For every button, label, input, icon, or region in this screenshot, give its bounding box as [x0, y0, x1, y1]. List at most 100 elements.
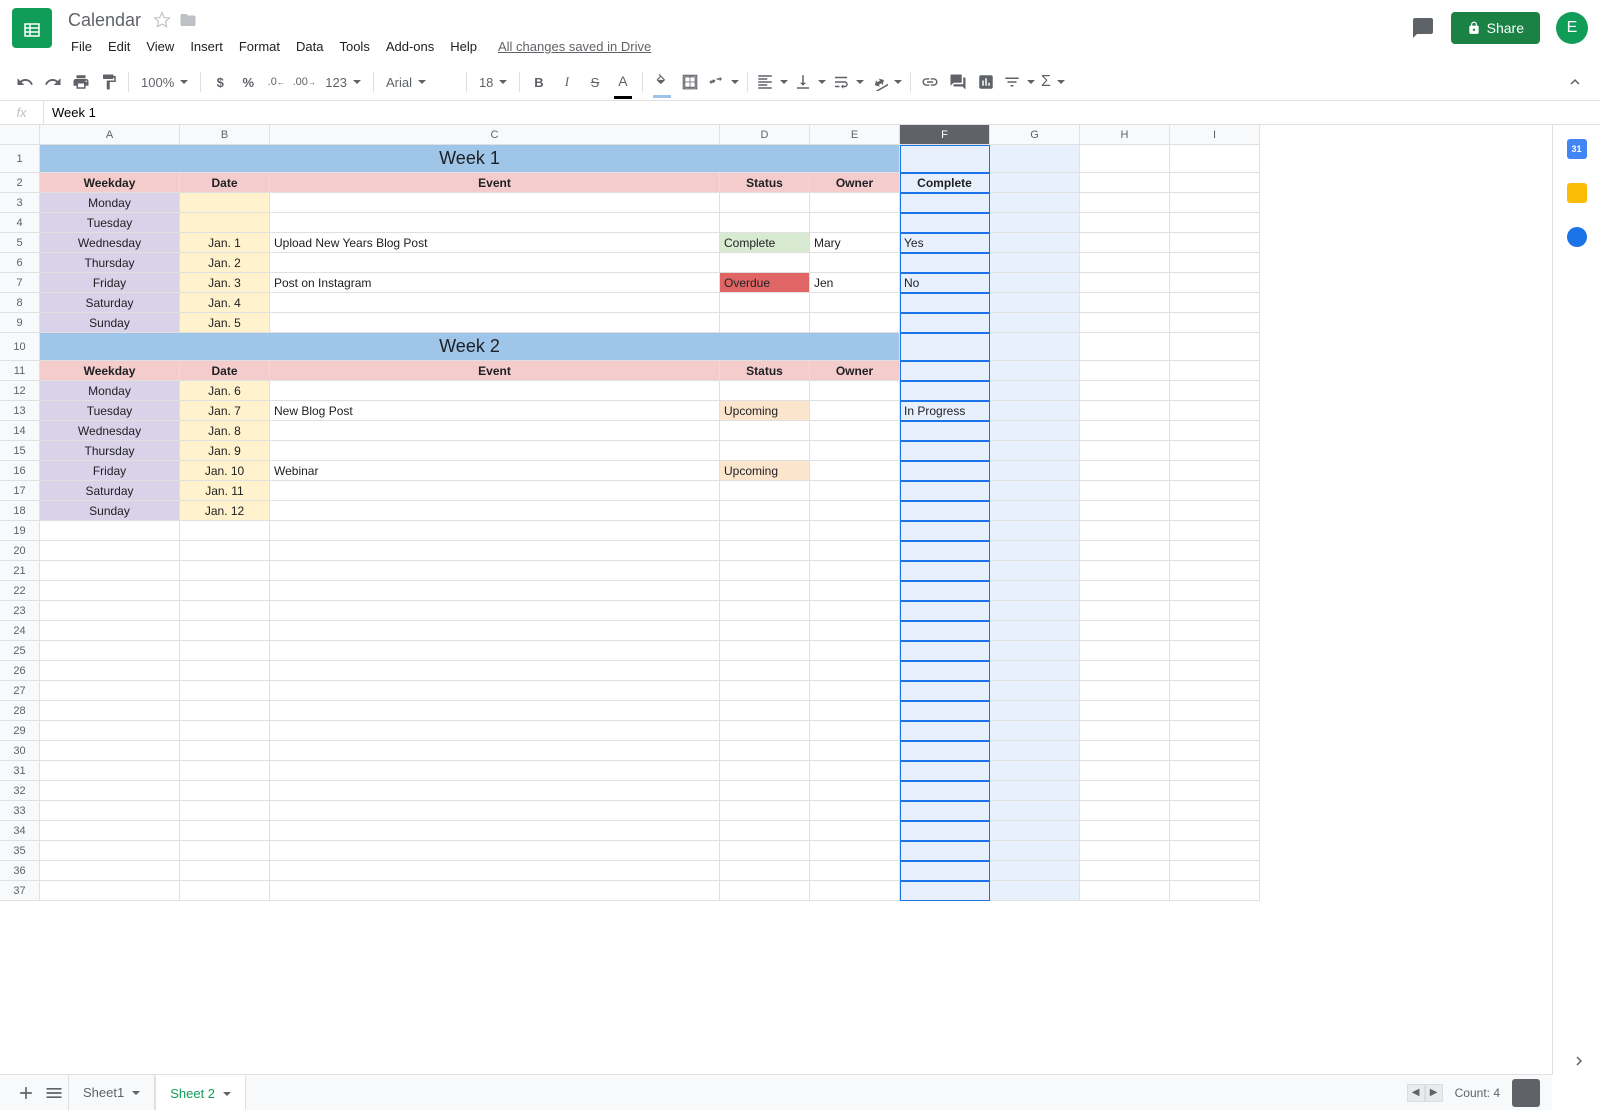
- h-align-button[interactable]: [754, 69, 790, 95]
- complete-cell[interactable]: [900, 193, 990, 213]
- cell[interactable]: [810, 541, 900, 561]
- cell[interactable]: [990, 781, 1080, 801]
- cell[interactable]: [900, 761, 990, 781]
- collapse-toolbar-button[interactable]: [1562, 69, 1588, 95]
- complete-cell[interactable]: [900, 313, 990, 333]
- cell[interactable]: [40, 601, 180, 621]
- cell[interactable]: [1170, 441, 1260, 461]
- cell[interactable]: [720, 561, 810, 581]
- cell[interactable]: [990, 461, 1080, 481]
- cell[interactable]: [270, 801, 720, 821]
- status-cell[interactable]: Upcoming: [720, 401, 810, 421]
- owner-cell[interactable]: [810, 401, 900, 421]
- cell[interactable]: [990, 861, 1080, 881]
- row-header-14[interactable]: 14: [0, 421, 40, 441]
- cell[interactable]: [1080, 621, 1170, 641]
- cell[interactable]: [270, 821, 720, 841]
- status-cell[interactable]: [720, 501, 810, 521]
- all-sheets-button[interactable]: [40, 1079, 68, 1107]
- cell[interactable]: [810, 801, 900, 821]
- cell[interactable]: [270, 681, 720, 701]
- status-cell[interactable]: [720, 481, 810, 501]
- week-title-0[interactable]: Week 1: [40, 145, 900, 173]
- cell[interactable]: [1080, 441, 1170, 461]
- cell[interactable]: [1170, 481, 1260, 501]
- cell[interactable]: [40, 801, 180, 821]
- select-all-corner[interactable]: [0, 125, 40, 145]
- owner-cell[interactable]: Jen: [810, 273, 900, 293]
- date-cell[interactable]: Jan. 3: [180, 273, 270, 293]
- cell[interactable]: [1170, 361, 1260, 381]
- cell[interactable]: [1080, 481, 1170, 501]
- date-cell[interactable]: Jan. 6: [180, 381, 270, 401]
- row-header-24[interactable]: 24: [0, 621, 40, 641]
- cell[interactable]: [720, 881, 810, 901]
- cell[interactable]: [1170, 601, 1260, 621]
- cell[interactable]: [1170, 401, 1260, 421]
- paint-format-button[interactable]: [96, 69, 122, 95]
- date-cell[interactable]: [180, 193, 270, 213]
- cell[interactable]: [270, 581, 720, 601]
- complete-cell[interactable]: [900, 461, 990, 481]
- row-header-30[interactable]: 30: [0, 741, 40, 761]
- owner-cell[interactable]: [810, 461, 900, 481]
- menu-tools[interactable]: Tools: [332, 37, 376, 56]
- cell[interactable]: [40, 661, 180, 681]
- cell[interactable]: [1170, 701, 1260, 721]
- cell[interactable]: [180, 621, 270, 641]
- weekday-cell[interactable]: Tuesday: [40, 401, 180, 421]
- cell[interactable]: [40, 781, 180, 801]
- cell[interactable]: [1170, 381, 1260, 401]
- cell[interactable]: [720, 761, 810, 781]
- cell[interactable]: [1170, 681, 1260, 701]
- cell[interactable]: [900, 581, 990, 601]
- cell[interactable]: [1080, 881, 1170, 901]
- cell[interactable]: [990, 621, 1080, 641]
- cell[interactable]: [40, 821, 180, 841]
- cell[interactable]: [180, 881, 270, 901]
- cell[interactable]: [900, 881, 990, 901]
- row-header-6[interactable]: 6: [0, 253, 40, 273]
- status-cell[interactable]: Overdue: [720, 273, 810, 293]
- date-cell[interactable]: [180, 213, 270, 233]
- row-header-18[interactable]: 18: [0, 501, 40, 521]
- cell[interactable]: [990, 233, 1080, 253]
- cell[interactable]: [810, 641, 900, 661]
- column-title[interactable]: Weekday: [40, 173, 180, 193]
- cell[interactable]: [1170, 333, 1260, 361]
- decrease-decimal-button[interactable]: .0←: [263, 69, 289, 95]
- side-panel-expand-icon[interactable]: [1570, 1052, 1588, 1070]
- tab-nav-arrows[interactable]: ◀▶: [1407, 1084, 1443, 1102]
- cell[interactable]: [270, 861, 720, 881]
- cell[interactable]: [270, 601, 720, 621]
- cell[interactable]: [1080, 601, 1170, 621]
- cell[interactable]: [900, 681, 990, 701]
- cell[interactable]: [1080, 421, 1170, 441]
- cell[interactable]: [180, 581, 270, 601]
- cell[interactable]: [40, 741, 180, 761]
- cell[interactable]: [990, 273, 1080, 293]
- cell[interactable]: [900, 621, 990, 641]
- complete-cell[interactable]: [900, 501, 990, 521]
- owner-cell[interactable]: [810, 213, 900, 233]
- cell[interactable]: [720, 601, 810, 621]
- event-cell[interactable]: Upload New Years Blog Post: [270, 233, 720, 253]
- cell[interactable]: [1170, 581, 1260, 601]
- cell[interactable]: [270, 701, 720, 721]
- cell[interactable]: [720, 681, 810, 701]
- link-button[interactable]: [917, 69, 943, 95]
- cell[interactable]: [900, 841, 990, 861]
- status-cell[interactable]: [720, 441, 810, 461]
- cell[interactable]: [1080, 253, 1170, 273]
- date-cell[interactable]: Jan. 11: [180, 481, 270, 501]
- cell[interactable]: [990, 821, 1080, 841]
- star-icon[interactable]: [153, 11, 171, 29]
- complete-cell[interactable]: No: [900, 273, 990, 293]
- cell[interactable]: [1080, 313, 1170, 333]
- cell[interactable]: [1170, 621, 1260, 641]
- cell[interactable]: [990, 381, 1080, 401]
- cell[interactable]: [270, 841, 720, 861]
- cell[interactable]: [990, 561, 1080, 581]
- cell[interactable]: [1080, 821, 1170, 841]
- row-header-22[interactable]: 22: [0, 581, 40, 601]
